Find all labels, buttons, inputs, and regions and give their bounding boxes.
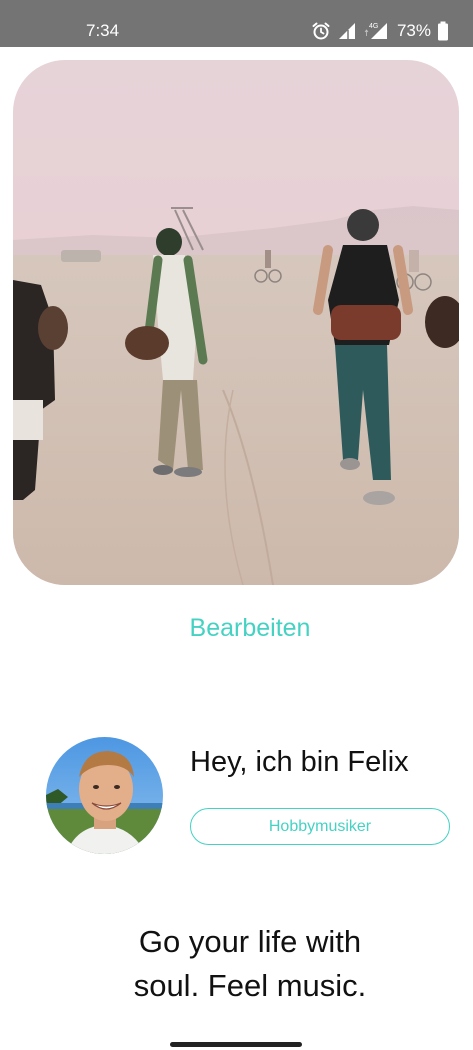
tagline-line-2: soul. Feel music. bbox=[133, 968, 367, 1003]
screen: 7:34 4G 73% Bearbeiten Hey, ich bin Feli… bbox=[0, 0, 473, 1050]
home-indicator[interactable] bbox=[170, 1042, 302, 1047]
status-icons: 4G 73% bbox=[311, 19, 449, 43]
signal-4g-icon: 4G bbox=[363, 21, 389, 41]
alarm-icon bbox=[311, 21, 331, 41]
status-bar: 7:34 4G 73% bbox=[0, 0, 473, 47]
battery-percent: 73% bbox=[396, 21, 431, 40]
hero-photo bbox=[13, 60, 459, 585]
profile-greeting: Hey, ich bin Felix bbox=[190, 746, 409, 778]
battery-icon bbox=[437, 21, 449, 41]
status-time: 7:34 bbox=[86, 21, 120, 40]
network-label: 4G bbox=[369, 23, 378, 30]
interest-tag-chip[interactable]: Hobbymusiker bbox=[190, 808, 450, 845]
avatar[interactable] bbox=[46, 737, 163, 854]
edit-link[interactable]: Bearbeiten bbox=[0, 612, 473, 644]
tagline-line-1: Go your life with bbox=[138, 924, 362, 959]
profile-tagline: Go your life with soul. Feel music. bbox=[0, 920, 473, 1008]
signal-icon bbox=[337, 21, 357, 41]
